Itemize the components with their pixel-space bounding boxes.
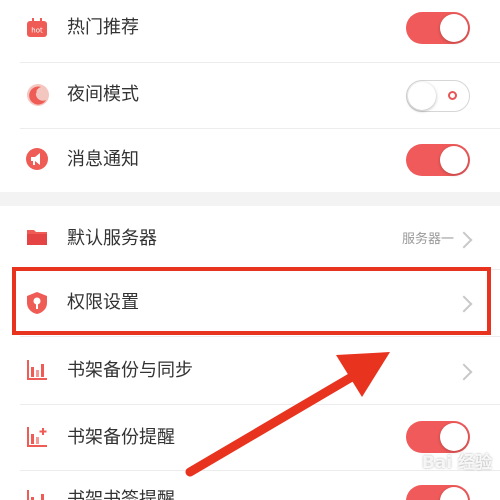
toggle-knob bbox=[408, 82, 436, 110]
setting-row-notify[interactable]: 消息通知 bbox=[0, 129, 500, 191]
setting-label-notify: 消息通知 bbox=[67, 149, 139, 170]
toggle-knob bbox=[440, 423, 468, 451]
night-toggle[interactable] bbox=[406, 80, 470, 112]
setting-row-night[interactable]: 夜间模式 bbox=[0, 63, 500, 127]
setting-row-backup-sync[interactable]: 书架备份与同步 bbox=[0, 337, 500, 403]
bar-chart-icon bbox=[26, 489, 48, 500]
setting-label-backup-sync: 书架备份与同步 bbox=[67, 360, 193, 381]
moon-icon bbox=[26, 83, 49, 106]
toggle-knob bbox=[440, 146, 468, 174]
annotation-highlight-box bbox=[12, 267, 491, 335]
server-value: 服务器一 bbox=[401, 232, 454, 247]
toggle-knob bbox=[440, 14, 468, 42]
toggle-knob bbox=[440, 487, 468, 500]
megaphone-icon bbox=[26, 148, 48, 170]
setting-row-hot[interactable]: hot 热门推荐 bbox=[0, 0, 500, 60]
bar-chart-plus-icon bbox=[26, 426, 48, 448]
setting-row-server[interactable]: 默认服务器 服务器一 bbox=[0, 206, 500, 268]
chevron-right-icon bbox=[455, 363, 473, 381]
watermark: Bai 经验 bbox=[421, 453, 492, 473]
bar-chart-icon bbox=[26, 359, 48, 381]
setting-label-server: 默认服务器 bbox=[67, 228, 157, 249]
setting-label-night: 夜间模式 bbox=[67, 84, 139, 105]
setting-label-backup-remind: 书架备份提醒 bbox=[67, 427, 175, 448]
folder-icon bbox=[26, 227, 48, 249]
setting-label-hot: 热门推荐 bbox=[67, 17, 139, 38]
chevron-right-icon bbox=[455, 231, 473, 249]
hot-toggle[interactable] bbox=[406, 12, 470, 44]
notify-toggle[interactable] bbox=[406, 144, 470, 176]
hot-icon: hot bbox=[26, 17, 48, 39]
bookmark-remind-toggle[interactable] bbox=[406, 485, 470, 500]
setting-label-bookmark-remind: 书架书签提醒 bbox=[67, 489, 175, 500]
setting-row-bookmark-remind[interactable]: 书架书签提醒 bbox=[0, 471, 500, 500]
section-gap bbox=[0, 192, 500, 206]
hot-badge-text: hot bbox=[31, 27, 43, 35]
toggle-off-indicator bbox=[448, 91, 457, 100]
